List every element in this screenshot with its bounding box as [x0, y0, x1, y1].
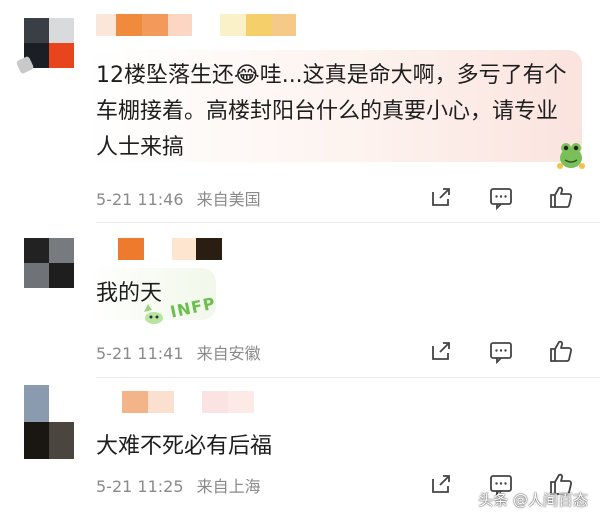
comment-time: 5-21 11:46 — [96, 190, 184, 209]
comment-text: 大难不死必有后福 — [96, 434, 273, 459]
thumbs-up-icon — [550, 186, 573, 208]
username-redacted[interactable] — [96, 391, 254, 413]
comment-time: 5-21 11:41 — [96, 344, 184, 363]
comment-location: 来自上海 — [196, 477, 261, 496]
comment-item-2: 我的天 INFP 5-21 11:41 来自安徽 — [0, 222, 600, 377]
share-button[interactable] — [426, 182, 456, 212]
thumbs-up-icon — [550, 340, 573, 362]
comment-location: 来自安徽 — [196, 344, 261, 363]
username-redacted[interactable] — [96, 14, 296, 36]
comment-actions — [426, 336, 576, 366]
comment-icon — [490, 342, 512, 364]
infp-sticker: INFP — [140, 290, 220, 330]
avatar[interactable] — [24, 238, 74, 288]
avatar[interactable] — [24, 18, 74, 68]
comment-meta: 5-21 11:46 来自美国 — [96, 186, 261, 210]
comment-location: 来自美国 — [196, 190, 261, 209]
like-button[interactable] — [546, 336, 576, 366]
comment-bubble: 大难不死必有后福 — [86, 421, 306, 473]
like-button[interactable] — [546, 182, 576, 212]
share-button[interactable] — [426, 469, 456, 499]
reply-button[interactable] — [486, 182, 516, 212]
comment-meta: 5-21 11:25 来自上海 — [96, 473, 261, 497]
comment-actions — [426, 182, 576, 212]
comment-item-1: 12楼坠落生还😂哇...这真是命大啊，多亏了有个车棚接着。高楼封阳台什么的真要小… — [0, 0, 600, 220]
share-icon — [432, 188, 450, 206]
share-icon — [432, 342, 450, 360]
username-redacted[interactable] — [96, 238, 222, 260]
share-icon — [432, 475, 450, 493]
comment-text: 12楼坠落生还😂哇...这真是命大啊，多亏了有个车棚接着。高楼封阳台什么的真要小… — [96, 63, 567, 160]
reply-button[interactable] — [486, 336, 516, 366]
comment-time: 5-21 11:25 — [96, 477, 184, 496]
comment-bubble: 12楼坠落生还😂哇...这真是命大啊，多亏了有个车棚接着。高楼封阳台什么的真要小… — [86, 50, 582, 162]
watermark: 头条 @人间百态 — [478, 491, 588, 509]
share-button[interactable] — [426, 336, 456, 366]
comment-meta: 5-21 11:41 来自安徽 — [96, 340, 261, 364]
frog-sticker-icon — [556, 138, 586, 170]
avatar[interactable] — [24, 385, 74, 459]
comment-icon — [490, 188, 512, 210]
